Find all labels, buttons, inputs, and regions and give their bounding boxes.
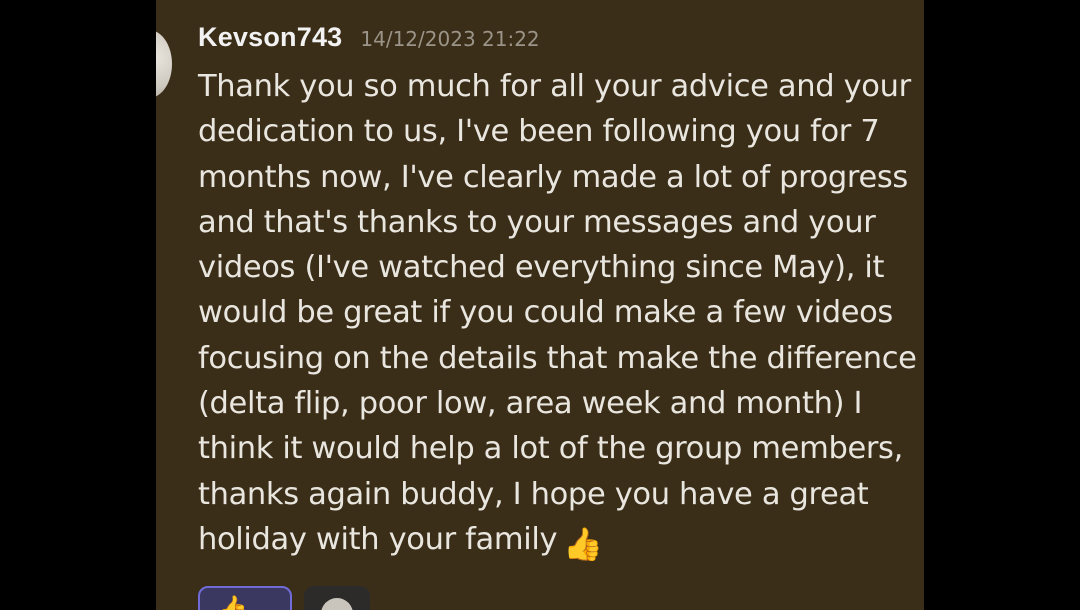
add-reaction-icon [321,598,353,610]
message-header: Kevson743 14/12/2023 21:22 [198,22,540,62]
message-timestamp: 14/12/2023 21:22 [360,27,540,51]
message-line: videos (I've watched everything since Ma… [198,250,885,286]
message-line: and that's thanks to your messages and y… [198,204,876,240]
message-body: Thank you so much for all your advice an… [198,64,918,562]
chat-message-panel: Kevson743 14/12/2023 21:22 Thank you so … [156,0,924,610]
screenshot-frame: Kevson743 14/12/2023 21:22 Thank you so … [0,0,1080,610]
message-line: months now, I've clearly made a lot of p… [198,159,908,195]
thumbs-up-icon: 👍 [218,594,248,610]
message-line-text: holiday with your family [198,521,558,557]
message-line-last: holiday with your family 👍 [198,517,918,562]
message-line: would be great if you could make a few v… [198,295,893,331]
message-line: Thank you so much for all your advice an… [198,69,911,104]
message-line: focusing on the details that make the di… [198,340,917,376]
add-reaction-button[interactable] [304,586,370,610]
thumbs-up-emoji-icon: 👍 [563,524,603,563]
message-line: thanks again buddy, I hope you have a gr… [198,476,869,512]
message-line: dedication to us, I've been following yo… [198,114,880,150]
message-line: think it would help a lot of the group m… [198,431,903,467]
message-line: (delta flip, poor low, area week and mon… [198,386,863,422]
user-avatar[interactable] [156,30,172,98]
thumbs-up-reaction-button[interactable]: 👍 [198,586,292,610]
username[interactable]: Kevson743 [198,22,342,52]
